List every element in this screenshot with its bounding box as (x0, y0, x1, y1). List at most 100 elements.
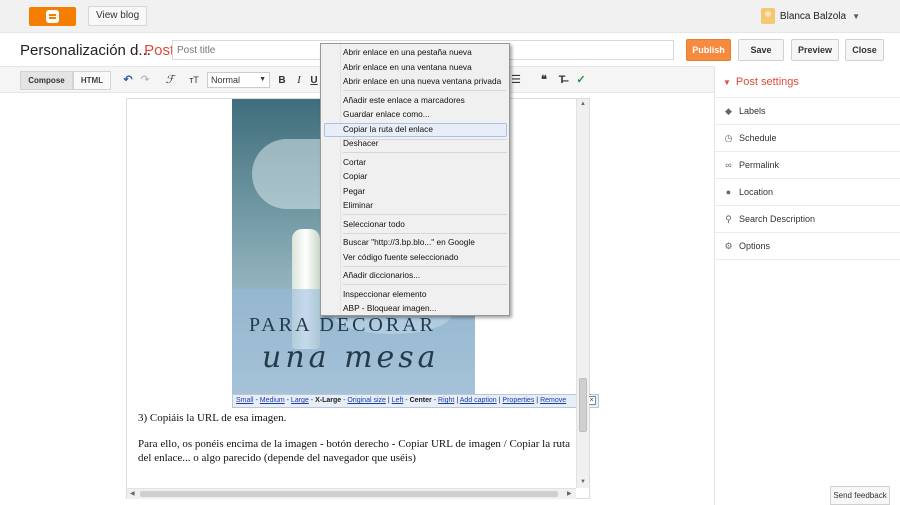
menu-item-open-private-window[interactable]: Abrir enlace en una nueva ventana privad… (343, 76, 501, 87)
post-settings-sidebar: ▼ Post settings ◆ Labels ◷ Schedule ∞ Permal… (714, 66, 900, 505)
clear-formatting-icon[interactable]: T̶ (556, 71, 568, 90)
separator: | (536, 397, 539, 404)
tab-html[interactable]: HTML (73, 71, 111, 90)
menu-item-select-all[interactable]: Seleccionar todo (343, 219, 405, 230)
menu-item-bookmark-link[interactable]: Añadir este enlace a marcadores (343, 95, 465, 106)
sidebar-item-label: Schedule (739, 133, 777, 143)
menu-item-copy[interactable]: Copiar (343, 171, 367, 182)
menu-item-inspect-element[interactable]: Inspeccionar elemento (343, 289, 426, 300)
post-settings-title: Post settings (735, 76, 799, 88)
close-button[interactable]: Close (845, 39, 884, 61)
tag-icon: ◆ (725, 106, 732, 116)
sidebar-item-options[interactable]: ⚙ Options (715, 233, 900, 260)
properties-link[interactable]: Properties (502, 397, 534, 404)
add-caption-link[interactable]: Add caption (460, 397, 497, 404)
separator: | (387, 397, 390, 404)
separator: - (405, 397, 408, 404)
editor-line: 3) Copiáis la URL de esa imagen. (138, 412, 287, 424)
gear-icon: ⚙ (724, 241, 733, 251)
menu-item-delete[interactable]: Eliminar (343, 200, 373, 211)
separator: | (456, 397, 459, 404)
list-icon[interactable]: ☰ (510, 71, 522, 90)
caret-down-icon: ▼ (723, 78, 731, 87)
publish-button[interactable]: Publish (686, 39, 731, 61)
align-left[interactable]: Left (392, 397, 404, 404)
image-options-bar: Small - Medium - Large - X-Large - Origi… (232, 394, 599, 408)
redo-icon[interactable]: ↷ (139, 71, 151, 90)
clock-icon: ◷ (724, 133, 733, 143)
search-icon: ⚲ (725, 214, 732, 224)
image-text-line1: PARA DECORAR (249, 314, 436, 336)
menu-item-open-new-window[interactable]: Abrir enlace en una ventana nueva (343, 62, 472, 73)
menu-item-abp-block-image[interactable]: ABP - Bloquear imagen... (343, 303, 436, 314)
menu-item-paste[interactable]: Pegar (343, 186, 365, 197)
send-feedback-button[interactable]: Send feedback (830, 486, 890, 505)
view-blog-button[interactable]: View blog (88, 6, 148, 26)
post-settings-header[interactable]: ▼ Post settings (715, 66, 900, 98)
editor-horizontal-scrollbar[interactable]: ◀ ▶ (127, 488, 576, 499)
separator: - (310, 397, 314, 404)
bold-button[interactable]: B (276, 71, 288, 90)
separator: - (343, 397, 346, 404)
top-bar: View blog Blanca Balzola ▼ (0, 0, 900, 33)
font-family-icon[interactable]: ℱ (160, 71, 180, 90)
remove-link[interactable]: Remove (540, 397, 566, 404)
avatar (760, 8, 775, 24)
quote-icon[interactable]: ❝ (538, 71, 550, 90)
user-menu[interactable]: Blanca Balzola ▼ (760, 8, 860, 24)
chevron-down-icon: ▼ (852, 11, 860, 21)
sidebar-item-label: Options (739, 241, 771, 251)
sidebar-item-label: Permalink (739, 160, 780, 170)
preview-button[interactable]: Preview (791, 39, 839, 61)
scrollbar-thumb[interactable] (579, 378, 587, 432)
separator: - (255, 397, 258, 404)
context-menu: Abrir enlace en una pestaña nueva Abrir … (320, 43, 510, 316)
menu-item-open-new-tab[interactable]: Abrir enlace en una pestaña nueva (343, 47, 472, 58)
italic-button[interactable]: I (293, 71, 305, 90)
post-label: · Post (135, 42, 175, 59)
blog-name[interactable]: Personalización d... (20, 42, 151, 59)
sidebar-item-label: Location (739, 187, 774, 197)
separator: | (498, 397, 501, 404)
format-select-value: Normal (211, 75, 241, 85)
menu-item-search-google[interactable]: Buscar "http://3.bp.blo..." en Google (343, 237, 475, 248)
menu-item-copy-link[interactable]: Copiar la ruta del enlace (343, 124, 433, 135)
link-icon: ∞ (725, 160, 732, 170)
blogger-logo-icon[interactable] (29, 7, 76, 26)
menu-item-add-dictionaries[interactable]: Añadir diccionarios... (343, 270, 420, 281)
sidebar-item-location[interactable]: ● Location (715, 179, 900, 206)
chevron-down-icon: ▼ (259, 76, 266, 83)
image-size-medium[interactable]: Medium (260, 397, 285, 404)
menu-item-view-source[interactable]: Ver código fuente seleccionado (343, 252, 458, 263)
menu-item-cut[interactable]: Cortar (343, 157, 366, 168)
align-right[interactable]: Right (438, 397, 454, 404)
sidebar-item-permalink[interactable]: ∞ Permalink (715, 152, 900, 179)
sidebar-item-schedule[interactable]: ◷ Schedule (715, 125, 900, 152)
editor-vertical-scrollbar[interactable]: ▲ ▼ (576, 99, 589, 488)
user-name: Blanca Balzola (779, 10, 847, 22)
separator: - (286, 397, 289, 404)
menu-item-save-link-as[interactable]: Guardar enlace como... (343, 109, 430, 120)
sidebar-item-label: Search Description (739, 214, 816, 224)
save-button[interactable]: Save (738, 39, 784, 61)
editor-paragraph: Para ello, os ponéis encima de la imagen… (138, 438, 570, 464)
image-size-small[interactable]: Small (236, 397, 254, 404)
separator: - (433, 397, 437, 404)
image-size-large[interactable]: Large (291, 397, 309, 404)
font-size-icon[interactable]: ᴛT (183, 71, 205, 90)
sidebar-item-label: Labels (739, 106, 766, 116)
format-select[interactable]: Normal ▼ (207, 72, 270, 88)
menu-item-undo[interactable]: Deshacer (343, 138, 379, 149)
image-size-xlarge[interactable]: X-Large (315, 397, 341, 404)
tab-compose[interactable]: Compose (20, 71, 73, 90)
sidebar-item-search-description[interactable]: ⚲ Search Description (715, 206, 900, 233)
undo-icon[interactable]: ↶ (122, 71, 134, 90)
image-text-line2: una mesa (262, 340, 440, 375)
underline-button[interactable]: U (309, 71, 319, 90)
scrollbar-thumb[interactable] (140, 491, 558, 497)
spellcheck-icon[interactable]: ✓ (575, 71, 587, 90)
location-pin-icon: ● (725, 187, 732, 197)
image-size-original[interactable]: Original size (347, 397, 386, 404)
align-center[interactable]: Center (410, 397, 432, 404)
sidebar-item-labels[interactable]: ◆ Labels (715, 98, 900, 125)
